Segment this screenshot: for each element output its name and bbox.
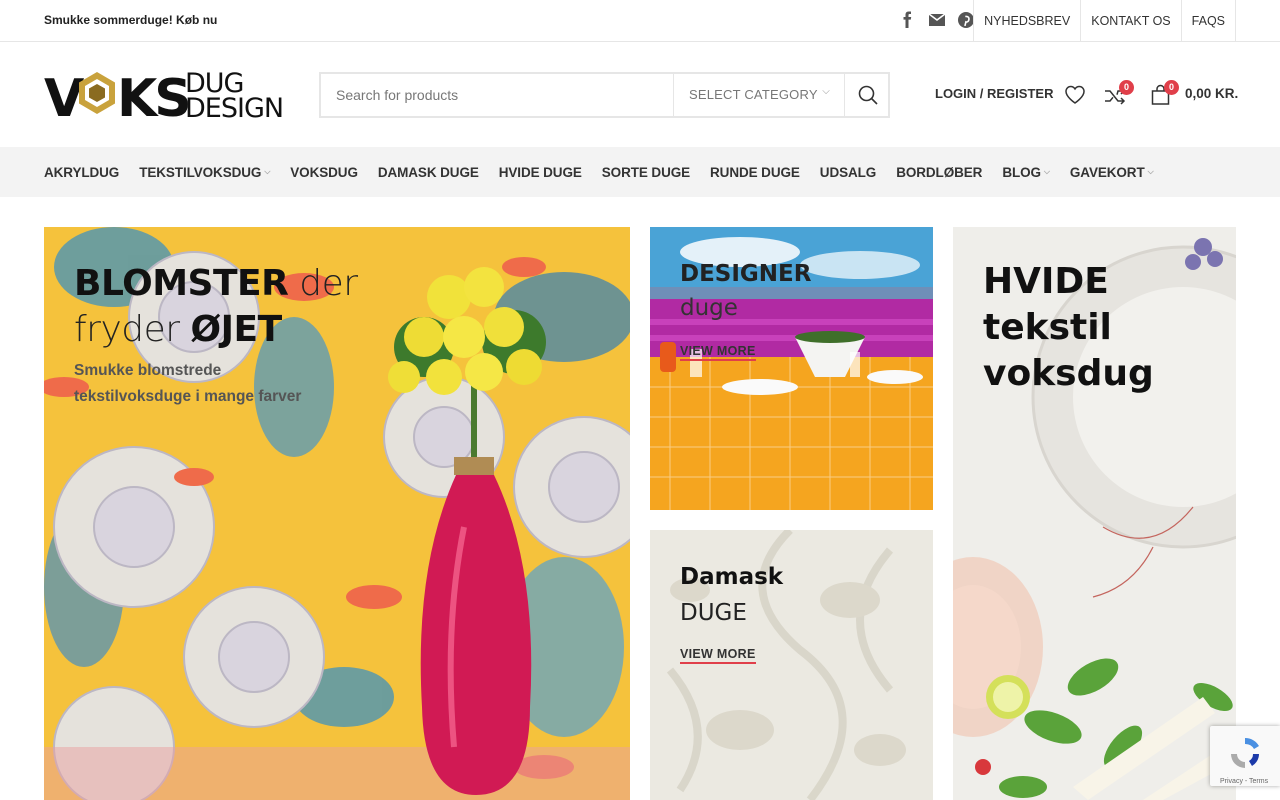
recaptcha-badge[interactable]: Privacy - Terms: [1210, 726, 1280, 786]
chevron-down-icon: ⌵: [264, 167, 271, 176]
flowers-subtitle: Smukke blomstrede tekstilvoksduge i mang…: [74, 362, 302, 405]
nav-item-blog[interactable]: BLOG ⌵: [1002, 147, 1050, 197]
svg-text:V: V: [44, 69, 84, 120]
flowers-heading: BLOMSTER der fryder ØJET: [74, 263, 358, 350]
cart-total[interactable]: 0,00 KR.: [1185, 86, 1238, 101]
site-logo[interactable]: V KS DUG DESIGN: [44, 68, 288, 129]
nav-item-akryldug[interactable]: AKRYLDUG: [44, 147, 119, 197]
category-select-label: SELECT CATEGORY: [689, 87, 818, 102]
cart-count-badge: 0: [1164, 80, 1179, 95]
designer-subtitle: duge: [680, 295, 738, 321]
banner-flowers[interactable]: BLOMSTER der fryder ØJET Smukke blomstre…: [44, 227, 630, 800]
search-icon: [858, 85, 878, 105]
search-form: SELECT CATEGORY ⌵: [319, 72, 890, 118]
chevron-down-icon: ⌵: [822, 86, 830, 97]
nav-item-damask-duge[interactable]: DAMASK DUGE: [378, 147, 479, 197]
newsletter-link[interactable]: NYHEDSBREV: [973, 0, 1080, 41]
designer-title: DESIGNER: [680, 261, 812, 287]
promo-text[interactable]: Smukke sommerduge! Køb nu: [44, 13, 217, 27]
recaptcha-icon: [1231, 737, 1259, 768]
nav-item-gavekort[interactable]: GAVEKORT ⌵: [1070, 147, 1154, 197]
faqs-link[interactable]: FAQS: [1180, 0, 1236, 41]
banner-damask[interactable]: Damask DUGE VIEW MORE: [650, 530, 933, 800]
top-links: NYHEDSBREV KONTAKT OS FAQS: [973, 0, 1236, 41]
social-links: [898, 10, 976, 30]
damask-subtitle: DUGE: [680, 600, 747, 626]
nav-item-hvide-duge[interactable]: HVIDE DUGE: [499, 147, 582, 197]
damask-title: Damask: [680, 564, 784, 590]
email-icon[interactable]: [927, 10, 947, 30]
nav-item-bordloeber[interactable]: BORDLØBER: [896, 147, 982, 197]
nav-item-tekstilvoksdug[interactable]: TEKSTILVOKSDUG ⌵: [139, 147, 270, 197]
nav-item-udsalg[interactable]: UDSALG: [820, 147, 877, 197]
category-select[interactable]: SELECT CATEGORY ⌵: [673, 74, 844, 116]
nav-item-runde-duge[interactable]: RUNDE DUGE: [710, 147, 800, 197]
search-input[interactable]: [321, 74, 673, 116]
banner-designer[interactable]: DESIGNER duge VIEW MORE: [650, 227, 933, 510]
top-bar: Smukke sommerduge! Køb nu NYHEDSBREV KON…: [0, 0, 1280, 42]
chevron-down-icon: ⌵: [1043, 167, 1050, 176]
compare-count-badge: 0: [1119, 80, 1134, 95]
svg-text:KS: KS: [117, 69, 189, 120]
recaptcha-links[interactable]: Privacy - Terms: [1220, 778, 1268, 785]
white-heading: HVIDE tekstil voksdug: [983, 261, 1154, 394]
search-button[interactable]: [844, 74, 890, 116]
main-nav: AKRYLDUG TEKSTILVOKSDUG ⌵ VOKSDUG DAMASK …: [0, 147, 1280, 197]
designer-view-more-link[interactable]: VIEW MORE: [680, 344, 756, 361]
contact-link[interactable]: KONTAKT OS: [1080, 0, 1180, 41]
login-register-link[interactable]: LOGIN / REGISTER: [935, 86, 1053, 101]
nav-item-sorte-duge[interactable]: SORTE DUGE: [602, 147, 690, 197]
wishlist-icon[interactable]: [1064, 84, 1086, 111]
banner-white[interactable]: HVIDE tekstil voksdug: [953, 227, 1236, 800]
facebook-icon[interactable]: [898, 10, 918, 30]
svg-text:DESIGN: DESIGN: [185, 93, 283, 120]
chevron-down-icon: ⌵: [1147, 167, 1154, 176]
site-header: V KS DUG DESIGN SELECT CATEGORY ⌵ LOGIN …: [0, 42, 1280, 147]
nav-item-voksdug[interactable]: VOKSDUG: [290, 147, 358, 197]
damask-view-more-link[interactable]: VIEW MORE: [680, 647, 756, 664]
